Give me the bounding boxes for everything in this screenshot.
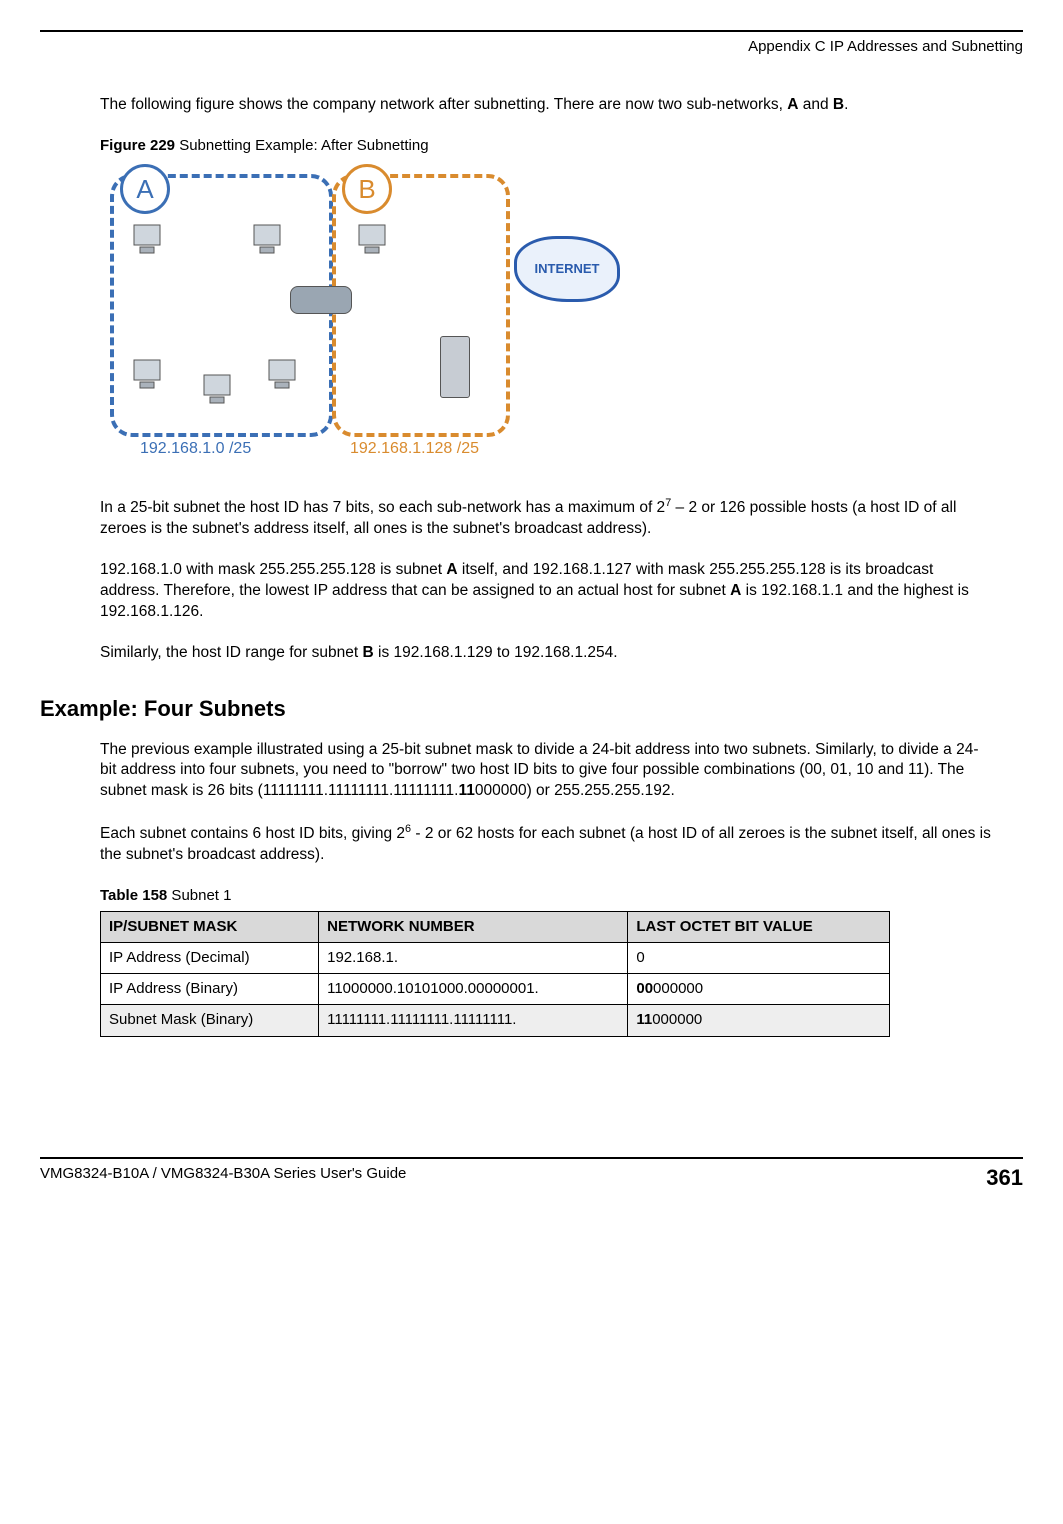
col-ip-subnet-mask: IP/SUBNET MASK (101, 911, 319, 942)
text: is 192.168.1.129 to 192.168.1.254. (374, 644, 618, 661)
text: and (798, 96, 832, 113)
subnet-1-table: IP/SUBNET MASK NETWORK NUMBER LAST OCTET… (100, 911, 890, 1037)
bold-bits: 00 (636, 980, 653, 997)
pc-icon (355, 221, 395, 261)
figure-number: Figure 229 (100, 137, 175, 154)
content-area: The following figure shows the company n… (100, 95, 993, 1037)
col-network-number: NETWORK NUMBER (319, 911, 628, 942)
section-heading: Example: Four Subnets (40, 694, 993, 724)
figure-title: Subnetting Example: After Subnetting (175, 137, 429, 154)
bold-a: A (446, 561, 457, 578)
badge-b: B (342, 164, 392, 214)
internet-cloud-icon: INTERNET (514, 236, 620, 302)
pc-icon (265, 356, 305, 396)
subnet-b-label: 192.168.1.128 /25 (350, 438, 479, 460)
text: The following figure shows the company n… (100, 96, 787, 113)
guide-title: VMG8324-B10A / VMG8324-B30A Series User'… (40, 1165, 406, 1191)
figure-229-diagram: A B INTERNET 192.168.1.0 / (100, 166, 620, 466)
pc-icon (200, 371, 240, 411)
cell: 11111111.11111111.11111111. (319, 1005, 628, 1036)
cell: IP Address (Decimal) (101, 942, 319, 973)
subnet-b-bubble (332, 174, 510, 437)
running-header: Appendix C IP Addresses and Subnetting (40, 38, 1023, 55)
text: 000000 (652, 1011, 702, 1028)
server-icon (440, 336, 470, 398)
page-border: Appendix C IP Addresses and Subnetting T… (40, 30, 1023, 1037)
table-caption: Table 158 Subnet 1 (100, 886, 993, 906)
figure-caption: Figure 229 Subnetting Example: After Sub… (100, 136, 993, 156)
text: 192.168.1.0 with mask 255.255.255.128 is… (100, 561, 446, 578)
table-title: Subnet 1 (167, 887, 231, 904)
text: In a 25-bit subnet the host ID has 7 bit… (100, 499, 665, 516)
table-header-row: IP/SUBNET MASK NETWORK NUMBER LAST OCTET… (101, 911, 890, 942)
pc-icon (250, 221, 290, 261)
page-number: 361 (986, 1165, 1023, 1191)
bold-bits: 11 (636, 1011, 652, 1028)
page-footer: VMG8324-B10A / VMG8324-B30A Series User'… (40, 1157, 1023, 1191)
table-row: IP Address (Decimal) 192.168.1. 0 (101, 942, 890, 973)
text: 000000) or 255.255.255.192. (475, 782, 675, 799)
col-last-octet: LAST OCTET BIT VALUE (628, 911, 890, 942)
cell: 0 (628, 942, 890, 973)
badge-a: A (120, 164, 170, 214)
bold-bits: 11 (458, 782, 474, 799)
cell: Subnet Mask (Binary) (101, 1005, 319, 1036)
para-four-subnets-2: Each subnet contains 6 host ID bits, giv… (100, 822, 993, 866)
cell: 11000000.10101000.00000001. (319, 974, 628, 1005)
table-row: IP Address (Binary) 11000000.10101000.00… (101, 974, 890, 1005)
pc-icon (130, 356, 170, 396)
section-wrapper: Example: Four Subnets (40, 694, 993, 724)
text: 000000 (653, 980, 703, 997)
text: Each subnet contains 6 host ID bits, giv… (100, 825, 405, 842)
bold-a: A (787, 96, 798, 113)
router-icon (290, 286, 352, 314)
cell: 11000000 (628, 1005, 890, 1036)
cell: 192.168.1. (319, 942, 628, 973)
subnet-a-label: 192.168.1.0 /25 (140, 438, 251, 460)
cell: IP Address (Binary) (101, 974, 319, 1005)
para-25bit: In a 25-bit subnet the host ID has 7 bit… (100, 496, 993, 540)
para-subnet-b: Similarly, the host ID range for subnet … (100, 643, 993, 664)
para-four-subnets-1: The previous example illustrated using a… (100, 740, 993, 803)
text: . (844, 96, 848, 113)
pc-icon (130, 221, 170, 261)
table-number: Table 158 (100, 887, 167, 904)
bold-b: B (362, 644, 373, 661)
bold-b: B (833, 96, 844, 113)
para-subnet-a: 192.168.1.0 with mask 255.255.255.128 is… (100, 560, 993, 623)
intro-para: The following figure shows the company n… (100, 95, 993, 116)
cell: 00000000 (628, 974, 890, 1005)
bold-a: A (730, 582, 741, 599)
text: Similarly, the host ID range for subnet (100, 644, 362, 661)
table-row: Subnet Mask (Binary) 11111111.11111111.1… (101, 1005, 890, 1036)
